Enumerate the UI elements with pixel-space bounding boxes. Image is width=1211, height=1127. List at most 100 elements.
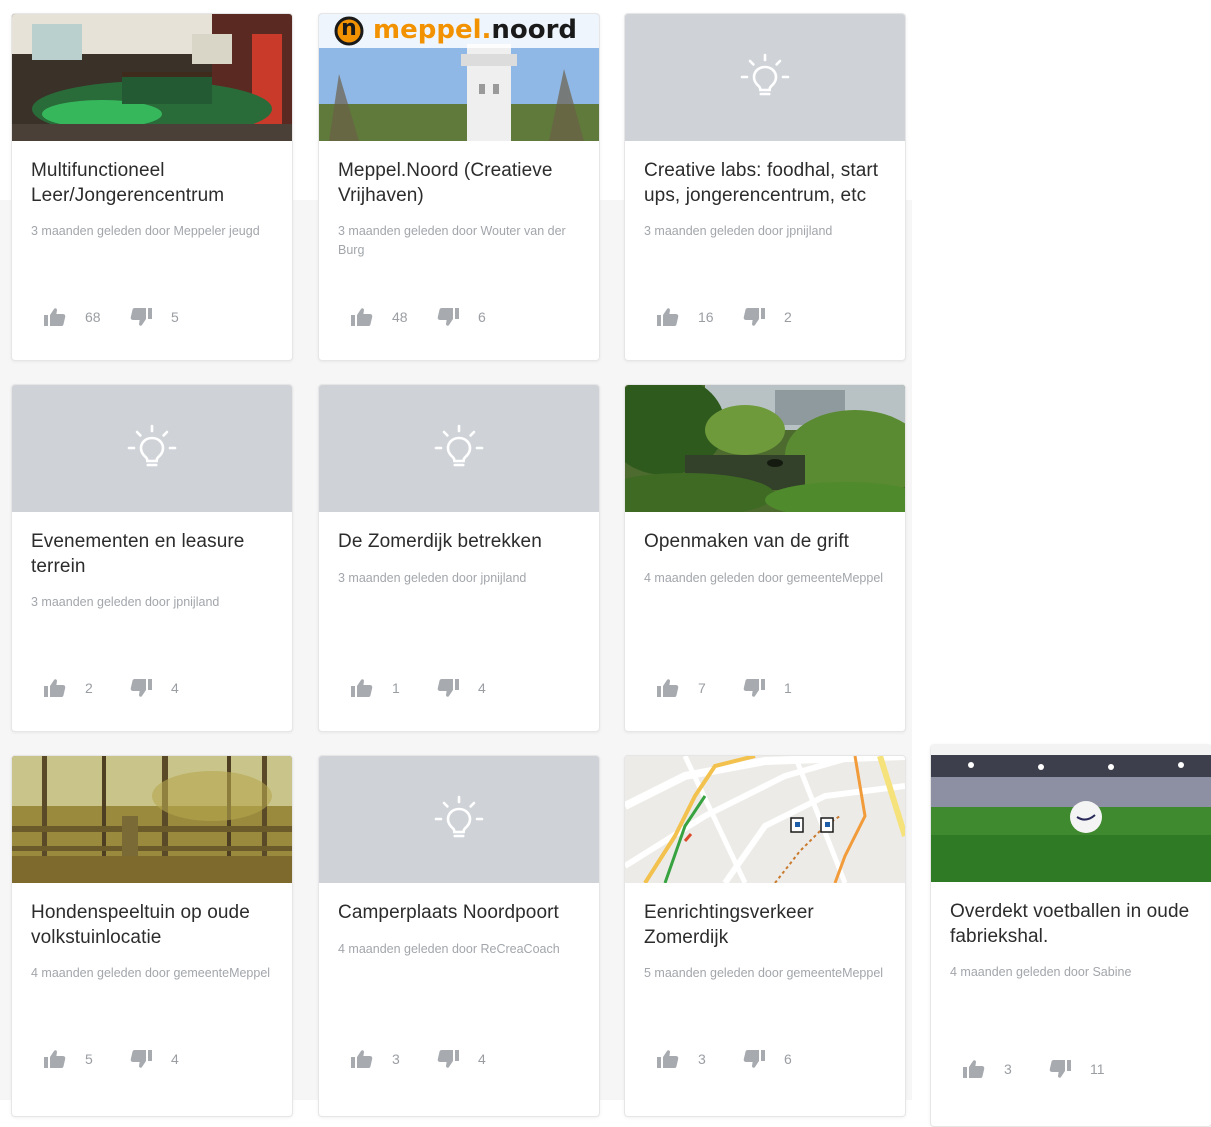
thumbs-up-icon xyxy=(656,306,680,328)
thumbs-up-icon xyxy=(43,306,67,328)
idea-thumbnail xyxy=(319,385,599,512)
idea-card[interactable]: Evenementen en leasure terrein 3 maanden… xyxy=(11,384,293,732)
idea-meta: 5 maanden geleden door gemeenteMeppel xyxy=(644,966,884,980)
thumbs-down-icon xyxy=(742,306,766,328)
idea-card[interactable]: Multifunctioneel Leer/Jongerencentrum 3 … xyxy=(11,13,293,361)
downvote-count: 11 xyxy=(1090,1061,1105,1077)
idea-thumbnail xyxy=(12,756,292,883)
thumbs-down-icon xyxy=(129,1048,153,1070)
downvote-button[interactable]: 2 xyxy=(742,306,808,328)
idea-thumbnail: n meppel.noord xyxy=(319,14,599,141)
idea-thumbnail xyxy=(625,14,905,141)
vote-bar: 68 5 xyxy=(43,306,195,328)
idea-card[interactable]: Creative labs: foodhal, start ups, jonge… xyxy=(624,13,906,361)
downvote-count: 6 xyxy=(784,1051,792,1067)
canal-photo xyxy=(625,385,905,512)
idea-title[interactable]: Creative labs: foodhal, start ups, jonge… xyxy=(644,159,886,208)
thumbs-up-icon xyxy=(350,1048,374,1070)
idea-thumbnail xyxy=(625,756,905,883)
downvote-button[interactable]: 6 xyxy=(436,306,502,328)
upvote-count: 7 xyxy=(698,680,706,696)
thumbs-up-icon xyxy=(350,677,374,699)
downvote-count: 4 xyxy=(171,1051,179,1067)
thumbs-up-icon xyxy=(962,1058,986,1080)
lightbulb-icon xyxy=(431,792,487,848)
meppel-noord-logo: meppel.noord xyxy=(373,15,578,45)
vote-bar: 48 6 xyxy=(350,306,502,328)
thumbs-down-icon xyxy=(436,677,460,699)
downvote-count: 1 xyxy=(784,680,792,696)
idea-card[interactable]: Hondenspeeltuin op oude volkstuinlocatie… xyxy=(11,755,293,1117)
idea-meta: 3 maanden geleden door Wouter van der Bu… xyxy=(338,224,566,257)
idea-title[interactable]: Evenementen en leasure terrein xyxy=(31,530,273,579)
idea-title[interactable]: Openmaken van de grift xyxy=(644,530,886,555)
downvote-button[interactable]: 6 xyxy=(742,1048,808,1070)
idea-meta: 4 maanden geleden door gemeenteMeppel xyxy=(31,966,271,980)
upvote-count: 16 xyxy=(698,309,714,325)
upvote-count: 3 xyxy=(1004,1061,1012,1077)
idea-meta: 4 maanden geleden door ReCreaCoach xyxy=(338,941,560,956)
upvote-button[interactable]: 7 xyxy=(656,677,722,699)
upvote-count: 2 xyxy=(85,680,93,696)
lightbulb-icon xyxy=(737,50,793,106)
idea-title[interactable]: De Zomerdijk betrekken xyxy=(338,530,580,555)
idea-title[interactable]: Hondenspeeltuin op oude volkstuinlocatie xyxy=(31,901,273,950)
thumbs-up-icon xyxy=(43,1048,67,1070)
game-room-photo xyxy=(12,14,292,141)
upvote-button[interactable]: 5 xyxy=(43,1048,109,1070)
downvote-count: 4 xyxy=(171,680,179,696)
vote-bar: 5 4 xyxy=(43,1048,195,1070)
downvote-count: 5 xyxy=(171,309,179,325)
idea-card[interactable]: Eenrichtingsverkeer Zomerdijk 5 maanden … xyxy=(624,755,906,1117)
idea-title[interactable]: Meppel.Noord (Creatieve Vrijhaven) xyxy=(338,159,580,208)
upvote-count: 3 xyxy=(698,1051,706,1067)
downvote-count: 4 xyxy=(478,1051,486,1067)
lightbulb-icon xyxy=(431,421,487,477)
idea-card[interactable]: De Zomerdijk betrekken 3 maanden geleden… xyxy=(318,384,600,732)
idea-thumbnail xyxy=(12,14,292,141)
vote-bar: 3 4 xyxy=(350,1048,502,1070)
idea-card[interactable]: Openmaken van de grift 4 maanden geleden… xyxy=(624,384,906,732)
idea-card[interactable]: n meppel.noord Meppel.Noord (Creatieve V… xyxy=(318,13,600,361)
upvote-button[interactable]: 68 xyxy=(43,306,109,328)
upvote-button[interactable]: 2 xyxy=(43,677,109,699)
downvote-button[interactable]: 4 xyxy=(436,1048,502,1070)
downvote-button[interactable]: 1 xyxy=(742,677,808,699)
thumbs-down-icon xyxy=(129,306,153,328)
thumbs-down-icon xyxy=(742,677,766,699)
idea-card[interactable]: Overdekt voetballen in oude fabriekshal.… xyxy=(930,744,1211,1127)
vote-bar: 2 4 xyxy=(43,677,195,699)
upvote-button[interactable]: 3 xyxy=(962,1058,1028,1080)
idea-thumbnail xyxy=(319,756,599,883)
upvote-button[interactable]: 3 xyxy=(656,1048,722,1070)
upvote-button[interactable]: 48 xyxy=(350,306,416,328)
downvote-button[interactable]: 5 xyxy=(129,306,195,328)
woods-photo xyxy=(12,756,292,883)
idea-title[interactable]: Camperplaats Noordpoort xyxy=(338,901,580,926)
idea-card[interactable]: Camperplaats Noordpoort 4 maanden gelede… xyxy=(318,755,600,1117)
upvote-button[interactable]: 16 xyxy=(656,306,722,328)
idea-title[interactable]: Overdekt voetballen in oude fabriekshal. xyxy=(950,900,1192,949)
vote-bar: 1 4 xyxy=(350,677,502,699)
vote-bar: 16 2 xyxy=(656,306,808,328)
idea-meta: 3 maanden geleden door jpnijland xyxy=(31,595,220,609)
idea-meta: 4 maanden geleden door gemeenteMeppel xyxy=(644,570,884,585)
idea-title[interactable]: Multifunctioneel Leer/Jongerencentrum xyxy=(31,159,273,208)
idea-title[interactable]: Eenrichtingsverkeer Zomerdijk xyxy=(644,901,886,950)
upvote-button[interactable]: 3 xyxy=(350,1048,416,1070)
downvote-button[interactable]: 11 xyxy=(1048,1058,1114,1080)
logo-mark: n xyxy=(341,16,357,41)
upvote-count: 1 xyxy=(392,680,400,696)
thumbs-up-icon xyxy=(656,677,680,699)
idea-meta: 4 maanden geleden door Sabine xyxy=(950,965,1132,979)
downvote-button[interactable]: 4 xyxy=(129,677,195,699)
downvote-button[interactable]: 4 xyxy=(129,1048,195,1070)
thumbs-down-icon xyxy=(129,677,153,699)
downvote-count: 6 xyxy=(478,309,486,325)
downvote-button[interactable]: 4 xyxy=(436,677,502,699)
upvote-count: 3 xyxy=(392,1051,400,1067)
vote-bar: 3 11 xyxy=(962,1058,1114,1080)
upvote-button[interactable]: 1 xyxy=(350,677,416,699)
idea-thumbnail xyxy=(625,385,905,512)
upvote-count: 5 xyxy=(85,1051,93,1067)
